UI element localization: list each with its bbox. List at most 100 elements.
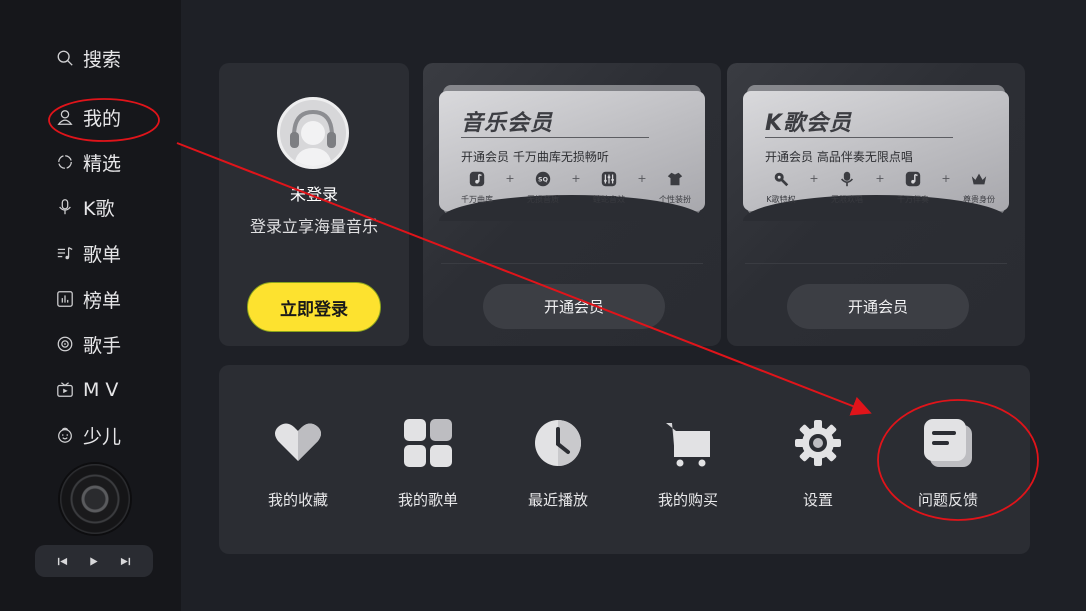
sidebar: 搜索 我的 精选 K歌 歌单 榜单 歌手 M V 少儿 (0, 0, 181, 611)
play-icon[interactable] (86, 553, 102, 569)
microphone-icon (55, 197, 75, 217)
function-panel: 我的收藏 我的歌单 最近播放 我的购买 设置 问题反馈 (219, 365, 1030, 554)
perk-list: K歌特权 + 无限欢唱 + 千万伴奏 + 尊贵身份 (755, 169, 1005, 207)
perk-label: K歌特权 (766, 195, 796, 204)
grid-icon (400, 415, 456, 471)
feedback-icon (920, 415, 976, 471)
settings-button[interactable]: 设置 (763, 415, 873, 515)
sidebar-item-search[interactable]: 搜索 (55, 43, 121, 73)
now-playing-disc[interactable] (60, 464, 130, 534)
function-label: 问题反馈 (917, 491, 978, 509)
sidebar-item-label: M V (83, 379, 119, 401)
sidebar-item-mv[interactable]: M V (55, 375, 118, 405)
login-status: 未登录 (289, 185, 338, 204)
function-label: 我的购买 (657, 491, 718, 509)
equalizer-icon (599, 169, 619, 189)
karaoke-vip-ticket: K歌会员 开通会员 高品伴奏无限点唱 K歌特权 + 无限欢唱 + 千万伴奏 + … (743, 91, 1009, 221)
sidebar-item-mine[interactable]: 我的 (55, 102, 121, 132)
perk-item: SQ 无损音质 (517, 169, 569, 205)
login-button[interactable]: 立即登录 (247, 282, 381, 332)
perk-item: 无限欢唱 (821, 169, 873, 205)
function-label: 我的歌单 (397, 491, 458, 509)
divider (441, 263, 703, 264)
music-note-icon (467, 169, 487, 189)
sq-badge-icon: SQ (533, 169, 553, 189)
perk-item: 蝰蛇音效 (583, 169, 635, 205)
plus-icon: + (809, 172, 819, 185)
sidebar-item-kids[interactable]: 少儿 (55, 420, 121, 450)
sidebar-item-featured[interactable]: 精选 (55, 147, 121, 177)
feedback-button[interactable]: 问题反馈 (893, 415, 1003, 515)
login-subtitle: 登录立享海量音乐 (249, 217, 378, 236)
shirt-icon (665, 169, 685, 189)
divider (765, 137, 953, 138)
perk-label: 个性装扮 (659, 195, 691, 204)
sidebar-item-karaoke[interactable]: K歌 (55, 192, 114, 222)
vip-description: 开通会员 千万曲库无损畅听 (461, 150, 609, 164)
perk-label: 无损音质 (527, 195, 559, 204)
search-icon (55, 48, 75, 68)
vip-description: 开通会员 高品伴奏无限点唱 (765, 150, 913, 164)
next-icon[interactable] (117, 553, 133, 569)
perk-list: 千万曲库 + SQ 无损音质 + 蝰蛇音效 + 个性装扮 (451, 169, 701, 207)
user-icon (55, 107, 75, 127)
function-label: 我的收藏 (267, 491, 328, 509)
music-note-icon (903, 169, 923, 189)
heart-icon (270, 415, 326, 471)
open-karaoke-vip-button[interactable]: 开通会员 (787, 284, 969, 329)
sq-badge-text: SQ (538, 177, 549, 184)
sidebar-item-charts[interactable]: 榜单 (55, 284, 121, 314)
perk-label: 尊贵身份 (963, 195, 995, 204)
perk-label: 蝰蛇音效 (593, 195, 625, 204)
kid-face-icon (55, 425, 75, 445)
gear-icon (790, 415, 846, 471)
playlist-icon (55, 243, 75, 263)
crown-icon (969, 169, 989, 189)
plus-icon: + (637, 172, 647, 185)
sidebar-item-label: 歌单 (83, 243, 122, 266)
sidebar-item-singers[interactable]: 歌手 (55, 329, 121, 359)
perk-label: 千万伴奏 (897, 195, 929, 204)
perk-item: 千万伴奏 (887, 169, 939, 205)
plus-icon: + (505, 172, 515, 185)
sidebar-item-label: 少儿 (83, 425, 122, 448)
plus-icon: + (941, 172, 951, 185)
my-playlists-button[interactable]: 我的歌单 (373, 415, 483, 515)
avatar (277, 97, 349, 169)
vip-title: 音乐会员 (461, 111, 554, 136)
music-vip-card[interactable]: 音乐会员 开通会员 千万曲库无损畅听 千万曲库 + SQ 无损音质 + 蝰蛇音效… (423, 63, 721, 346)
sidebar-item-playlists[interactable]: 歌单 (55, 238, 121, 268)
vinyl-icon (55, 334, 75, 354)
tv-icon (55, 380, 75, 400)
perk-item: 个性装扮 (649, 169, 701, 205)
chart-icon (55, 289, 75, 309)
plus-icon: + (875, 172, 885, 185)
recent-plays-button[interactable]: 最近播放 (503, 415, 613, 515)
perk-label: 千万曲库 (461, 195, 493, 204)
sidebar-item-label: 我的 (83, 107, 122, 130)
perk-label: 无限欢唱 (831, 195, 863, 204)
purchases-button[interactable]: 我的购买 (633, 415, 743, 515)
divider (745, 263, 1007, 264)
app-window: 搜索 我的 精选 K歌 歌单 榜单 歌手 M V 少儿 未登录 登录立享海量音乐… (0, 0, 1086, 611)
perk-item: 尊贵身份 (953, 169, 1005, 205)
clock-icon (530, 415, 586, 471)
favorites-button[interactable]: 我的收藏 (243, 415, 353, 515)
player-controls (35, 545, 153, 577)
plus-icon: + (571, 172, 581, 185)
microphone-icon (837, 169, 857, 189)
previous-icon[interactable] (55, 553, 71, 569)
headphone-avatar-icon (290, 109, 336, 166)
circle-icon (55, 152, 75, 172)
karaoke-vip-card[interactable]: K歌会员 开通会员 高品伴奏无限点唱 K歌特权 + 无限欢唱 + 千万伴奏 + … (727, 63, 1025, 346)
sidebar-item-label: 精选 (83, 152, 122, 175)
cart-icon (660, 415, 716, 471)
perk-item: K歌特权 (755, 169, 807, 205)
sidebar-item-label: 搜索 (83, 48, 122, 71)
wrench-icon (771, 169, 791, 189)
perk-item: 千万曲库 (451, 169, 503, 205)
function-label: 最近播放 (527, 491, 588, 509)
music-vip-ticket: 音乐会员 开通会员 千万曲库无损畅听 千万曲库 + SQ 无损音质 + 蝰蛇音效… (439, 91, 705, 221)
vip-title: K歌会员 (765, 111, 853, 136)
open-music-vip-button[interactable]: 开通会员 (483, 284, 665, 329)
